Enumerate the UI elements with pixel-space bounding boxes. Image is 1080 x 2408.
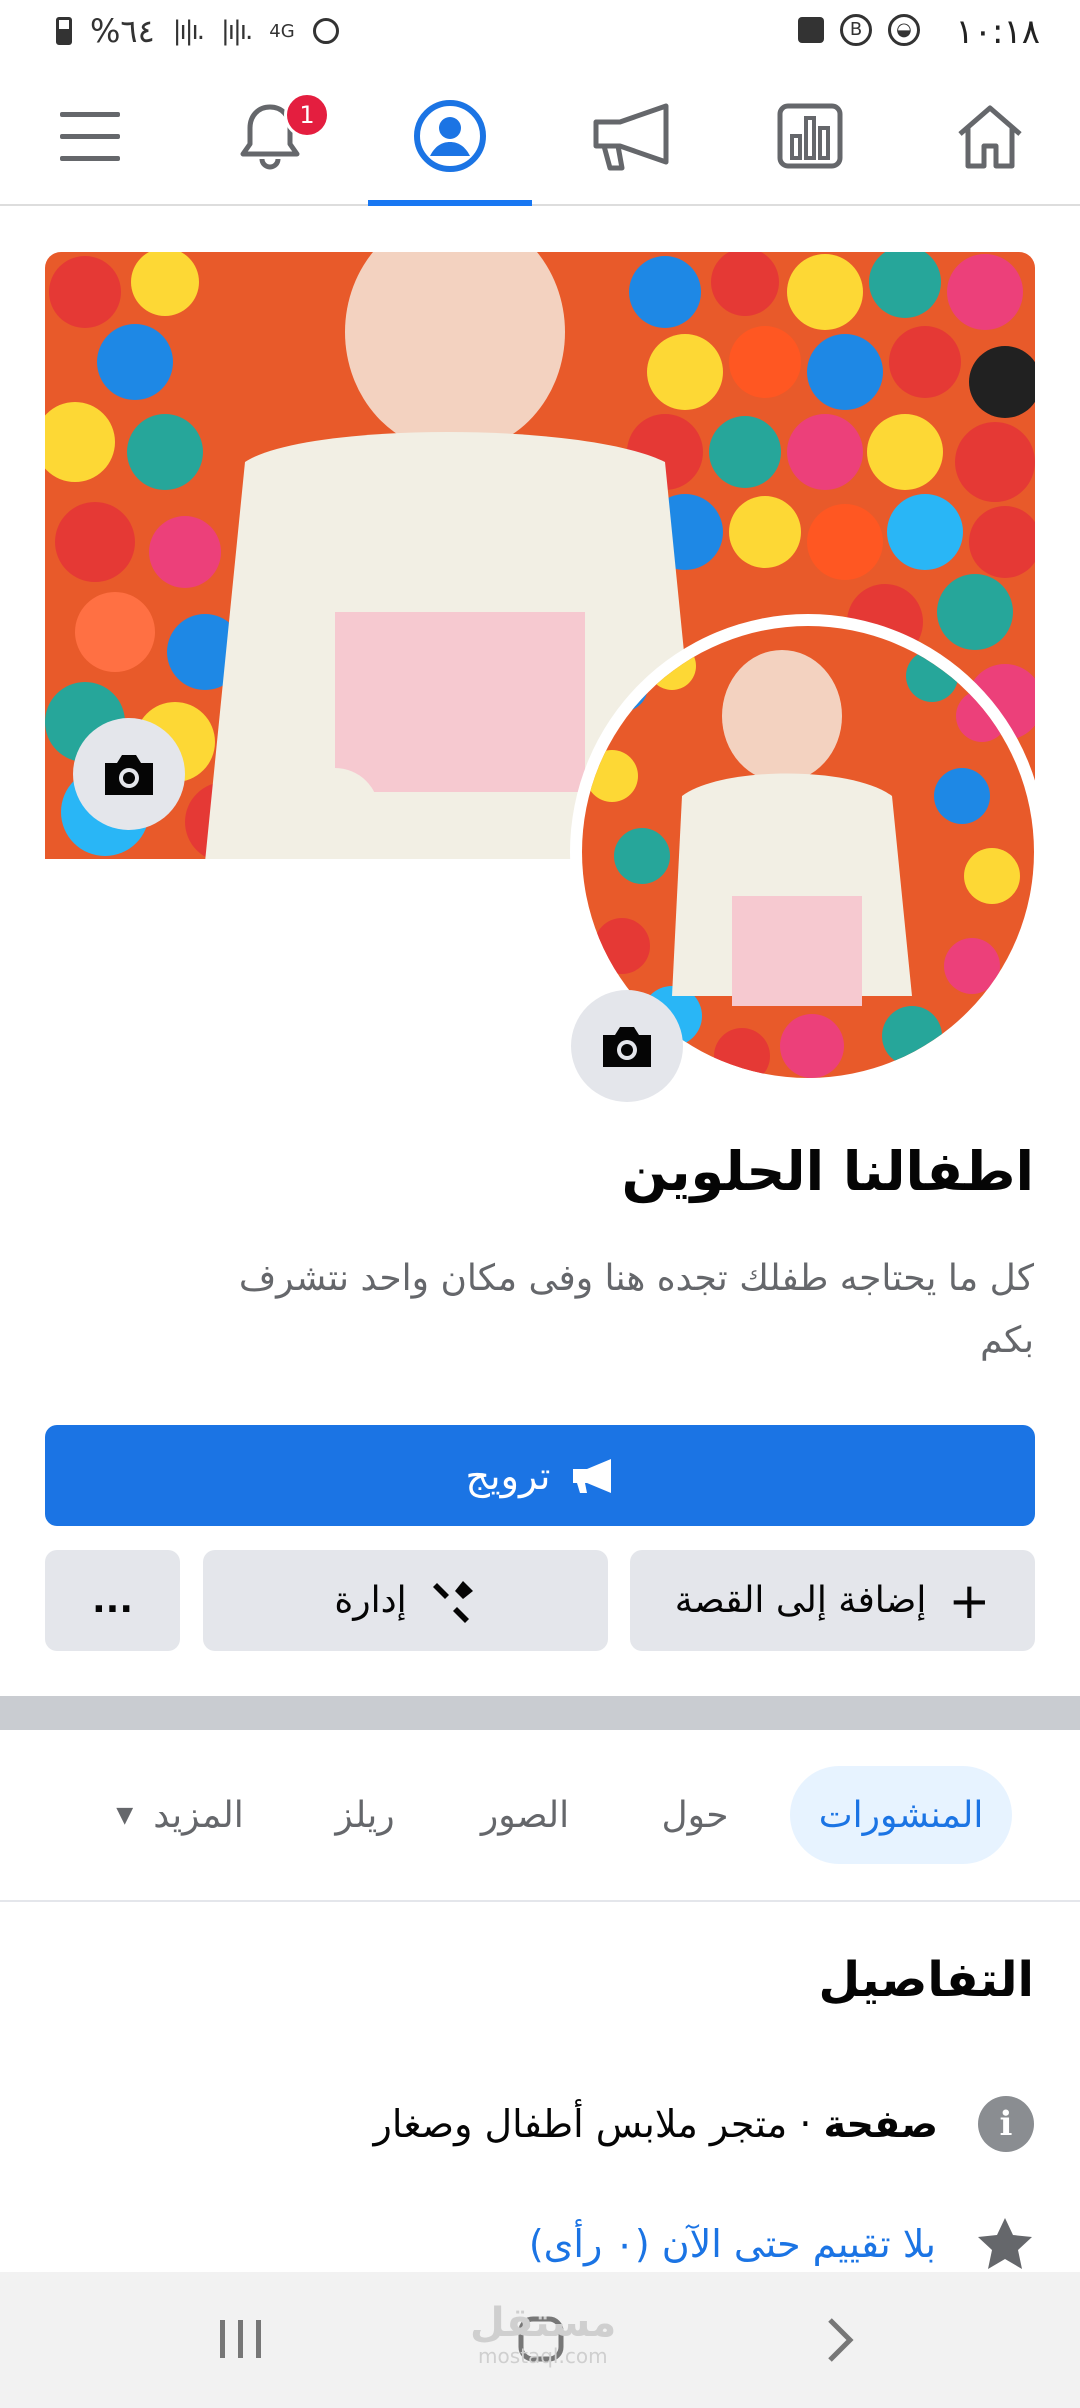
category-prefix: صفحة <box>823 2102 938 2146</box>
megaphone-icon <box>572 1458 611 1493</box>
network-type: 4G <box>269 20 295 42</box>
details-title: التفاصيل <box>818 1952 1034 2008</box>
camera-icon <box>603 1027 651 1067</box>
tab-posts[interactable]: المنشورات <box>790 1766 1012 1864</box>
add-to-story-button[interactable]: + إضافة إلى القصة <box>630 1550 1035 1651</box>
insights-button[interactable] <box>728 68 892 204</box>
battery-percent: %٦٤ <box>90 12 155 50</box>
tab-photos[interactable]: الصور <box>470 1766 580 1864</box>
watermark-url: mostaql.com <box>478 2344 608 2368</box>
tab-about[interactable]: حول <box>640 1766 750 1864</box>
promote-button[interactable]: ترويج <box>45 1425 1035 1526</box>
manage-label: إدارة <box>334 1580 407 1621</box>
category-text: صفحة · متجر ملابس أطفال وصغار <box>374 2102 938 2146</box>
notification-badge: 1 <box>284 92 330 138</box>
checkbox-icon <box>798 17 824 43</box>
app-icon: ◒ <box>888 14 920 46</box>
hamburger-icon <box>60 112 120 161</box>
chart-icon <box>777 103 843 169</box>
camera-icon <box>105 755 153 795</box>
add-story-label: إضافة إلى القصة <box>674 1580 927 1621</box>
signal-icon-2: |ı|ı. <box>221 16 253 46</box>
more-options-button[interactable]: ... <box>45 1550 180 1651</box>
caret-down-icon: ▼ <box>116 1802 134 1828</box>
megaphone-icon <box>593 103 669 171</box>
rating-row[interactable]: بلا تقييم حتى الآن (٠ رأى) <box>529 2216 1034 2272</box>
profile-tabs: المنشورات حول الصور ريلز المزيد ▼ <box>0 1730 1080 1902</box>
status-left: %٦٤ |ı|ı. |ı|ı. 4G <box>56 12 339 50</box>
recent-apps-icon <box>220 2320 261 2358</box>
home-icon <box>958 105 1022 169</box>
back-button[interactable] <box>826 2316 856 2368</box>
tab-more[interactable]: المزيد ▼ <box>90 1766 270 1864</box>
profile-tab[interactable] <box>368 68 532 206</box>
section-divider <box>0 1696 1080 1730</box>
signal-icon: |ı|ı. <box>172 16 205 46</box>
notifications-button[interactable]: 1 <box>188 68 352 204</box>
info-icon: i <box>978 2096 1034 2152</box>
more-dots-icon: ... <box>91 1580 134 1621</box>
tools-icon <box>432 1580 473 1623</box>
edit-avatar-button[interactable] <box>571 990 683 1102</box>
home-button[interactable] <box>908 68 1072 204</box>
manage-button[interactable]: إدارة <box>203 1550 608 1651</box>
recent-apps-button[interactable] <box>218 2318 264 2364</box>
status-icons: B ◒ <box>798 14 920 46</box>
chevron-right-icon <box>828 2318 854 2362</box>
battery-icon <box>56 17 72 45</box>
tab-more-label: المزيد <box>153 1794 244 1836</box>
category-row: i صفحة · متجر ملابس أطفال وصغار <box>374 2096 1034 2152</box>
page-title: اطفالنا الحلوين <box>621 1140 1034 1203</box>
category-value: · متجر ملابس أطفال وصغار <box>373 2102 824 2146</box>
menu-button[interactable] <box>8 68 172 204</box>
watermark-brand: مستقل <box>470 2300 617 2346</box>
rating-text[interactable]: بلا تقييم حتى الآن (٠ رأى) <box>529 2222 936 2266</box>
tab-reels[interactable]: ريلز <box>320 1766 410 1864</box>
page-bio: كل ما يحتاجه طفلك تجده هنا وفى مكان واحد… <box>238 1258 1034 1361</box>
promote-label: ترويج <box>465 1453 551 1498</box>
alarm-icon <box>312 18 339 44</box>
plus-icon: + <box>948 1571 991 1630</box>
star-icon <box>978 2218 1032 2269</box>
profile-icon <box>414 100 486 172</box>
edit-cover-button[interactable] <box>73 718 185 830</box>
bitcoin-icon: B <box>840 14 872 46</box>
status-bar: ١٠:١٨ B ◒ %٦٤ |ı|ı. |ı|ı. 4G <box>0 0 1080 68</box>
ads-button[interactable] <box>548 68 712 204</box>
status-time: ١٠:١٨ <box>955 12 1040 52</box>
top-nav: 1 <box>0 68 1080 206</box>
